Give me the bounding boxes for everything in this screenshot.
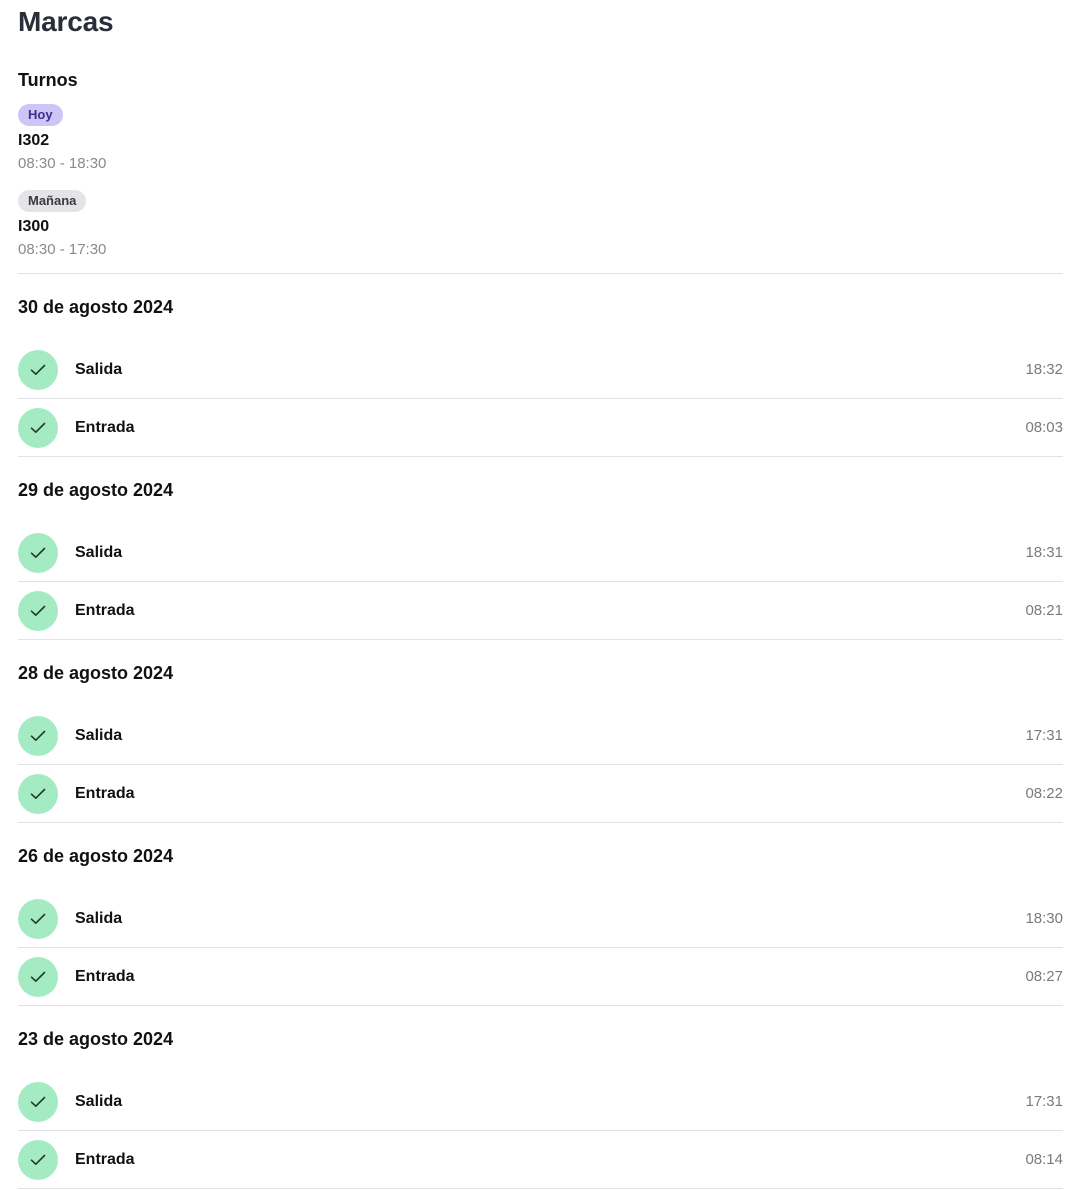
check-icon: [18, 774, 58, 814]
check-icon: [18, 591, 58, 631]
punch-type: Entrada: [75, 1151, 135, 1168]
shift-code: I300: [18, 218, 50, 235]
day-date: 23 de agosto 2024: [18, 1029, 174, 1049]
punch-time: 17:31: [1025, 1093, 1063, 1110]
punch-type: Entrada: [75, 602, 135, 619]
page-title: Marcas: [18, 6, 114, 37]
shifts-section-title: Turnos: [18, 70, 78, 90]
punch-row[interactable]: Salida 18:32: [18, 341, 1063, 399]
punch-time: 08:14: [1025, 1151, 1063, 1168]
punch-time: 18:32: [1025, 361, 1063, 378]
punch-time: 17:31: [1025, 727, 1063, 744]
shifts-divider: [18, 273, 1063, 274]
shift-today: Hoy I302 08:30 - 18:30: [18, 104, 418, 174]
punch-type: Salida: [75, 910, 123, 927]
punch-row[interactable]: Entrada 08:27: [18, 948, 1063, 1006]
punch-type: Salida: [75, 1093, 123, 1110]
punch-time: 08:21: [1025, 602, 1063, 619]
day-group: 23 de agosto 2024 Salida 17:31 Entrada 0…: [18, 1007, 1063, 1190]
punch-type: Entrada: [75, 968, 135, 985]
punch-type: Salida: [75, 361, 123, 378]
punch-row[interactable]: Salida 17:31: [18, 1073, 1063, 1131]
punch-row[interactable]: Salida 18:31: [18, 524, 1063, 582]
punch-time: 08:27: [1025, 968, 1063, 985]
punch-type: Salida: [75, 544, 123, 561]
day-date: 30 de agosto 2024: [18, 297, 174, 317]
check-icon: [18, 1140, 58, 1180]
punch-time: 18:30: [1025, 910, 1063, 927]
punch-time: 08:03: [1025, 419, 1063, 436]
tomorrow-badge: Mañana: [18, 190, 87, 212]
punch-type: Entrada: [75, 419, 135, 436]
check-icon: [18, 1082, 58, 1122]
check-icon: [18, 899, 58, 939]
punch-row[interactable]: Entrada 08:21: [18, 582, 1063, 640]
punch-history: 30 de agosto 2024 Salida 18:32 Entrada 0…: [18, 275, 1063, 1190]
day-date: 29 de agosto 2024: [18, 480, 174, 500]
punch-row[interactable]: Salida 18:30: [18, 890, 1063, 948]
punch-row[interactable]: Entrada 08:14: [18, 1131, 1063, 1189]
shift-hours: 08:30 - 18:30: [18, 155, 107, 172]
shift-tomorrow: Mañana I300 08:30 - 17:30: [18, 190, 418, 260]
day-group: 28 de agosto 2024 Salida 17:31 Entrada 0…: [18, 641, 1063, 824]
punch-row[interactable]: Entrada 08:22: [18, 765, 1063, 823]
punch-row[interactable]: Entrada 08:03: [18, 399, 1063, 457]
check-icon: [18, 957, 58, 997]
punch-type: Entrada: [75, 785, 135, 802]
day-date: 26 de agosto 2024: [18, 846, 174, 866]
shift-code: I302: [18, 132, 50, 149]
punch-row[interactable]: Salida 17:31: [18, 707, 1063, 765]
check-icon: [18, 716, 58, 756]
day-date: 28 de agosto 2024: [18, 663, 174, 683]
punch-type: Salida: [75, 727, 123, 744]
day-group: 26 de agosto 2024 Salida 18:30 Entrada 0…: [18, 824, 1063, 1007]
check-icon: [18, 408, 58, 448]
check-icon: [18, 350, 58, 390]
day-group: 30 de agosto 2024 Salida 18:32 Entrada 0…: [18, 275, 1063, 458]
check-icon: [18, 533, 58, 573]
day-group: 29 de agosto 2024 Salida 18:31 Entrada 0…: [18, 458, 1063, 641]
punch-time: 18:31: [1025, 544, 1063, 561]
shift-hours: 08:30 - 17:30: [18, 241, 107, 258]
today-badge: Hoy: [18, 104, 63, 126]
punch-time: 08:22: [1025, 785, 1063, 802]
